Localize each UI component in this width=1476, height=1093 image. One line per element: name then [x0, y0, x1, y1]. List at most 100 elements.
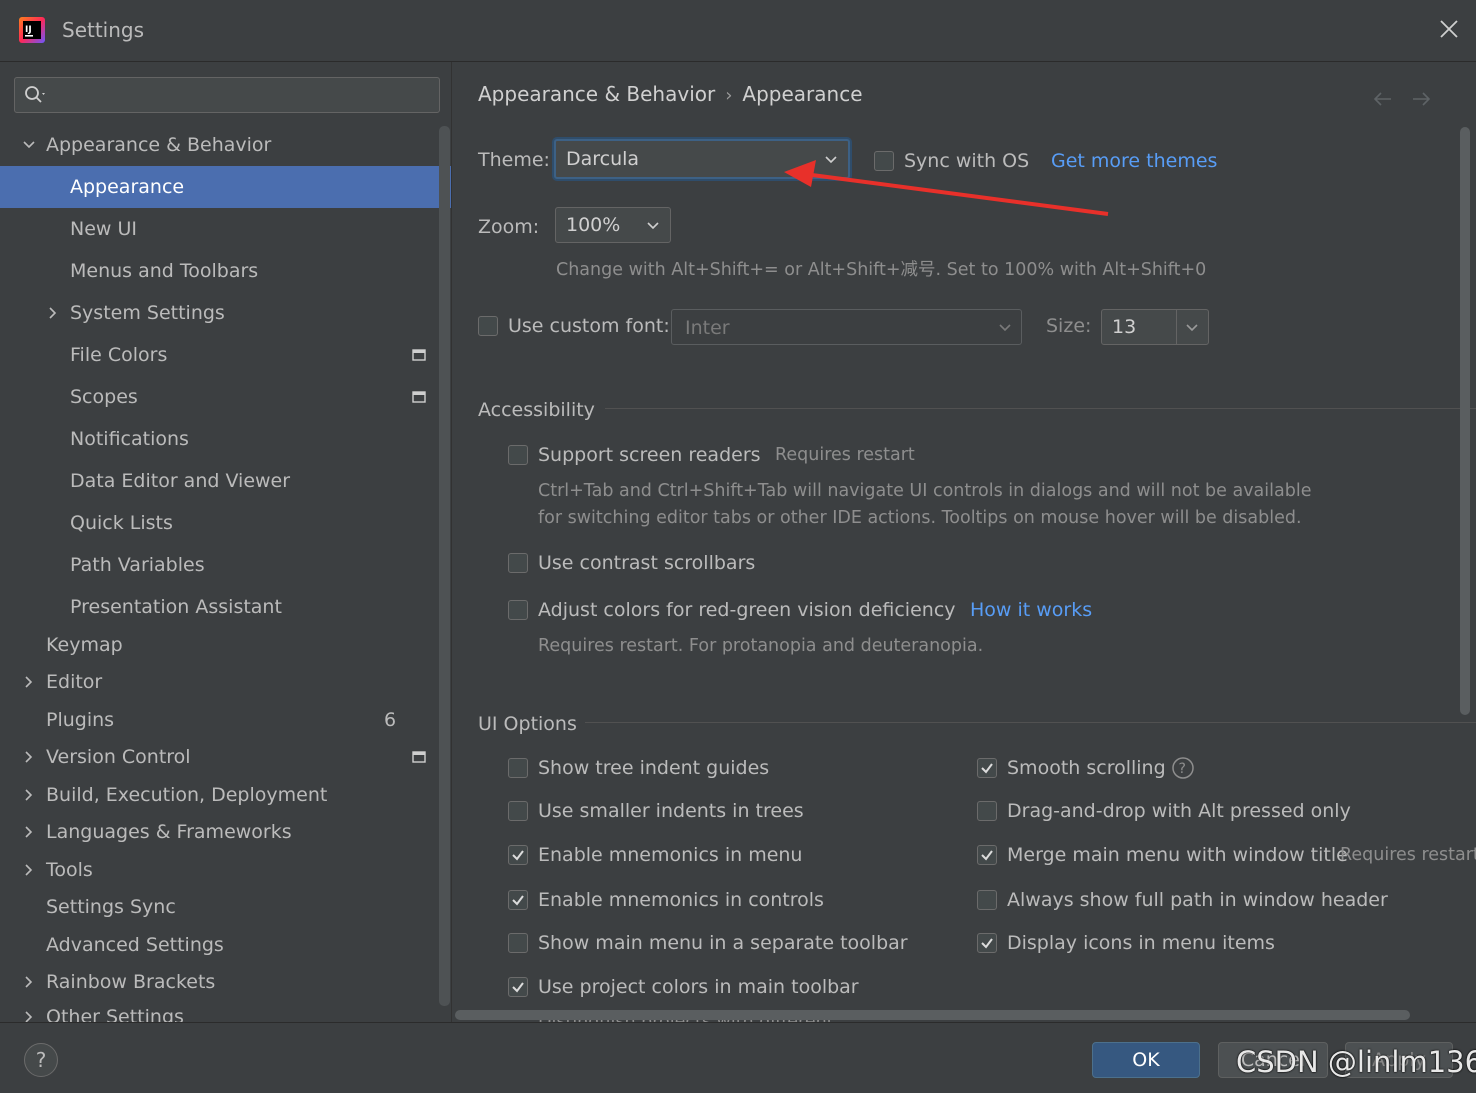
- zoom-value: 100%: [566, 214, 621, 236]
- sidebar-item[interactable]: File Colors: [0, 334, 451, 376]
- option-checkbox[interactable]: [508, 890, 528, 910]
- option-label: Always show full path in window header: [1007, 889, 1388, 911]
- sidebar-item[interactable]: Path Variables: [0, 544, 451, 586]
- sidebar-item[interactable]: Notifications: [0, 418, 451, 460]
- sidebar-scrollbar[interactable]: [439, 126, 450, 1006]
- chevron-right-icon[interactable]: [46, 305, 60, 321]
- sidebar-item[interactable]: Tools: [0, 849, 451, 891]
- chevron-down-icon: [999, 324, 1011, 332]
- sidebar-item-label: Presentation Assistant: [70, 596, 282, 618]
- option-checkbox[interactable]: [977, 845, 997, 865]
- accessibility-title: Accessibility: [478, 399, 595, 421]
- search-input[interactable]: [53, 82, 433, 108]
- back-arrow-icon[interactable]: [1373, 92, 1391, 106]
- screen-readers-checkbox[interactable]: [508, 445, 528, 465]
- option-label: Use project colors in main toolbar: [538, 976, 859, 998]
- theme-dropdown[interactable]: Darcula: [554, 139, 850, 179]
- breadcrumb-current: Appearance: [742, 82, 863, 106]
- zoom-hint: Change with Alt+Shift+= or Alt+Shift+减号.…: [556, 260, 1207, 280]
- sidebar-item[interactable]: Appearance: [0, 166, 451, 208]
- breadcrumb-separator: ›: [725, 85, 733, 106]
- sidebar-item[interactable]: New UI: [0, 208, 451, 250]
- sidebar-item-label: Notifications: [70, 428, 189, 450]
- content-horizontal-scrollbar[interactable]: [455, 1010, 1410, 1020]
- sidebar-item-label: Keymap: [46, 634, 123, 656]
- ui-options-title: UI Options: [478, 713, 577, 735]
- breadcrumb: Appearance & Behavior › Appearance: [478, 82, 863, 106]
- option-checkbox[interactable]: [508, 977, 528, 997]
- sidebar-item-label: Plugins: [46, 709, 115, 731]
- option-label: Show tree indent guides: [538, 757, 770, 779]
- sidebar-item[interactable]: Data Editor and Viewer: [0, 460, 451, 502]
- search-field[interactable]: [14, 77, 440, 113]
- sidebar-item-label: Scopes: [70, 386, 138, 408]
- chevron-right-icon[interactable]: [22, 862, 36, 878]
- content-vertical-scrollbar[interactable]: [1460, 127, 1470, 715]
- sidebar-item[interactable]: Appearance & Behavior: [0, 124, 451, 166]
- chevron-right-icon[interactable]: [22, 1009, 36, 1022]
- contrast-scrollbars-label: Use contrast scrollbars: [538, 552, 756, 574]
- sync-os-label: Sync with OS: [904, 150, 1030, 172]
- zoom-dropdown[interactable]: 100%: [555, 207, 671, 243]
- sidebar-item[interactable]: System Settings: [0, 292, 451, 334]
- zoom-label: Zoom:: [478, 216, 540, 238]
- help-icon[interactable]: ?: [1171, 756, 1195, 780]
- custom-font-checkbox[interactable]: [478, 316, 498, 336]
- svg-text:IJ: IJ: [25, 25, 32, 35]
- font-dropdown[interactable]: Inter: [671, 309, 1022, 345]
- how-it-works-link[interactable]: How it works: [970, 599, 1092, 621]
- sidebar-item[interactable]: Languages & Frameworks: [0, 811, 451, 853]
- option-checkbox[interactable]: [508, 933, 528, 953]
- color-deficiency-desc: Requires restart. For protanopia and deu…: [538, 636, 984, 656]
- project-level-icon: [412, 751, 426, 763]
- screen-readers-label: Support screen readers: [538, 444, 761, 466]
- sidebar-item-label: New UI: [70, 218, 137, 240]
- option-label: Smooth scrolling: [1007, 757, 1166, 779]
- option-checkbox[interactable]: [508, 801, 528, 821]
- chevron-right-icon[interactable]: [22, 749, 36, 765]
- option-checkbox[interactable]: [977, 890, 997, 910]
- sidebar-item[interactable]: Build, Execution, Deployment: [0, 774, 451, 816]
- option-checkbox[interactable]: [508, 845, 528, 865]
- chevron-right-icon[interactable]: [22, 974, 36, 990]
- sidebar-item[interactable]: Presentation Assistant: [0, 586, 451, 628]
- search-icon: [25, 86, 45, 103]
- font-size-combo[interactable]: 13: [1101, 309, 1209, 345]
- sidebar-item[interactable]: Advanced Settings: [0, 924, 451, 966]
- color-deficiency-label: Adjust colors for red-green vision defic…: [538, 599, 956, 621]
- sidebar-item[interactable]: Settings Sync: [0, 886, 451, 928]
- chevron-right-icon[interactable]: [22, 824, 36, 840]
- sidebar-item[interactable]: Quick Lists: [0, 502, 451, 544]
- chevron-right-icon[interactable]: [22, 674, 36, 690]
- color-deficiency-checkbox[interactable]: [508, 600, 528, 620]
- sidebar-item-label: Build, Execution, Deployment: [46, 784, 328, 806]
- option-checkbox[interactable]: [977, 933, 997, 953]
- chevron-right-icon[interactable]: [22, 787, 36, 803]
- screen-readers-desc-1: Ctrl+Tab and Ctrl+Shift+Tab will navigat…: [538, 481, 1312, 501]
- sidebar-item[interactable]: Keymap: [0, 624, 451, 666]
- contrast-scrollbars-checkbox[interactable]: [508, 553, 528, 573]
- sync-os-checkbox[interactable]: [874, 151, 894, 171]
- close-icon[interactable]: [1438, 18, 1460, 40]
- font-value: Inter: [685, 317, 730, 339]
- get-more-themes-link[interactable]: Get more themes: [1051, 150, 1217, 172]
- ok-button[interactable]: OK: [1092, 1042, 1200, 1078]
- breadcrumb-parent[interactable]: Appearance & Behavior: [478, 82, 715, 106]
- sidebar-item-label: Appearance & Behavior: [46, 134, 272, 156]
- settings-content: Appearance & Behavior › Appearance Theme: …: [453, 62, 1476, 1022]
- option-checkbox[interactable]: [977, 801, 997, 821]
- sidebar-item[interactable]: Menus and Toolbars: [0, 250, 451, 292]
- chevron-down-icon[interactable]: [22, 137, 36, 153]
- chevron-down-icon: [647, 222, 659, 230]
- sidebar-item[interactable]: Other Settings: [0, 996, 451, 1022]
- sidebar-item[interactable]: Editor: [0, 661, 451, 703]
- sidebar-item[interactable]: Plugins 6: [0, 699, 451, 741]
- option-label: Show main menu in a separate toolbar: [538, 932, 908, 954]
- sidebar-item[interactable]: Version Control: [0, 736, 451, 778]
- forward-arrow-icon[interactable]: [1413, 92, 1431, 106]
- option-checkbox[interactable]: [977, 758, 997, 778]
- sidebar-item[interactable]: Scopes: [0, 376, 451, 418]
- option-checkbox[interactable]: [508, 758, 528, 778]
- option-label: Display icons in menu items: [1007, 932, 1275, 954]
- help-button[interactable]: ?: [24, 1043, 58, 1077]
